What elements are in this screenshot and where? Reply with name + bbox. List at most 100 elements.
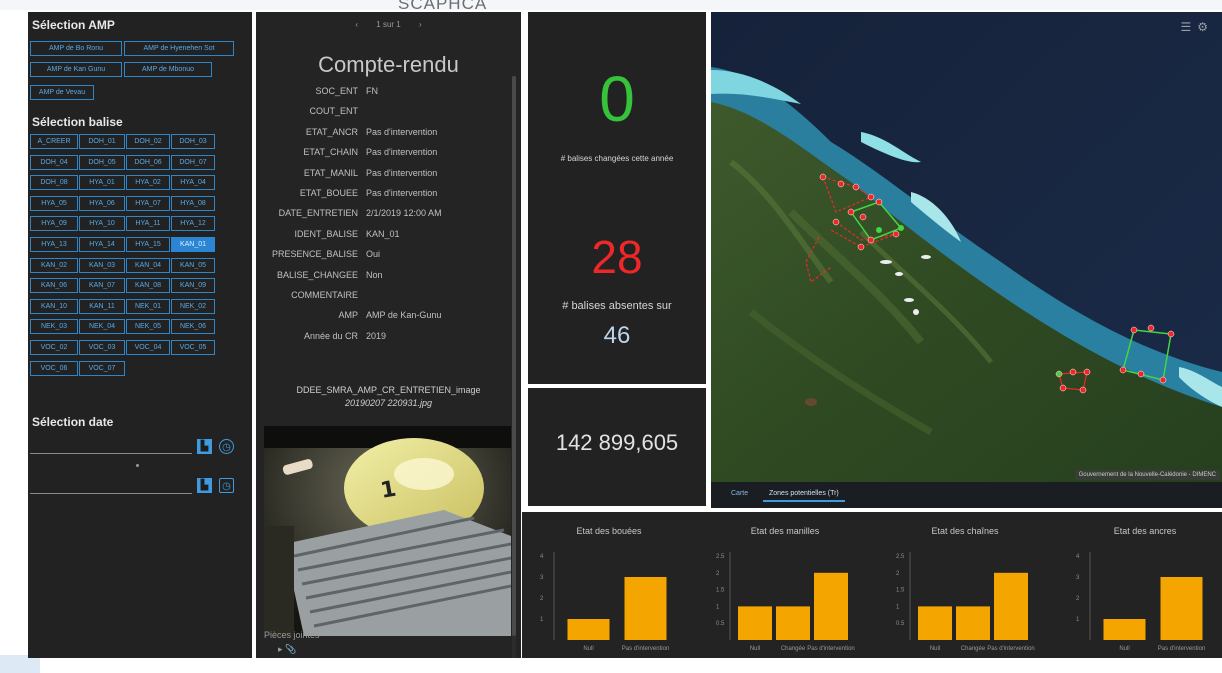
end-date-input[interactable]	[30, 472, 192, 494]
start-date-input[interactable]	[30, 432, 192, 454]
balise-button-kan-07[interactable]: KAN_07	[79, 278, 125, 294]
balise-button-doh-03[interactable]: DOH_03	[171, 134, 215, 149]
balise-button-hya-05[interactable]: HYA_05	[30, 195, 78, 211]
balise-button-kan-05[interactable]: KAN_05	[171, 257, 215, 273]
chart-bar[interactable]	[918, 606, 952, 640]
balise-button-hya-15[interactable]: HYA_15	[126, 237, 170, 252]
chart-bar[interactable]	[738, 606, 772, 640]
range-separator	[136, 464, 139, 467]
attribute-value: 2/1/2019 12:00 AM	[366, 208, 442, 219]
next-record-button[interactable]: ›	[419, 20, 422, 29]
amp-button[interactable]: AMP de Hyenehen Sot	[124, 41, 234, 56]
y-tick-label: 2.5	[716, 554, 725, 560]
balise-button-voc-07[interactable]: VOC_07	[79, 360, 125, 376]
balise-button-hya-08[interactable]: HYA_08	[171, 195, 215, 211]
attribute-row: COMMENTAIRE	[256, 290, 521, 305]
list-icon[interactable]: ☰	[1180, 20, 1197, 34]
buoy-photo[interactable]: 1	[264, 426, 511, 636]
balise-button-doh-05[interactable]: DOH_05	[79, 154, 125, 170]
balise-button-hya-12[interactable]: HYA_12	[171, 216, 215, 232]
chart-bar[interactable]	[624, 577, 667, 640]
x-category-label: Pas d'intervention	[987, 646, 1035, 652]
missing-caption: # balises absentes sur	[562, 300, 672, 312]
balise-button-hya-04[interactable]: HYA_04	[171, 175, 215, 191]
balise-button-hya-14[interactable]: HYA_14	[79, 237, 125, 252]
balise-button-nek-06[interactable]: NEK_06	[171, 319, 215, 335]
amp-button[interactable]: AMP de Vevau	[30, 85, 94, 100]
clock-icon[interactable]: ◷	[219, 478, 234, 493]
attribute-key: ETAT_MANIL	[303, 167, 358, 178]
chart-bar[interactable]	[567, 619, 610, 640]
balise-button-a-creer[interactable]: A_CREER	[30, 134, 78, 149]
balise-button-kan-01[interactable]: KAN_01	[171, 237, 215, 252]
balise-button-doh-07[interactable]: DOH_07	[171, 154, 215, 170]
balise-button-hya-11[interactable]: HYA_11	[126, 216, 170, 232]
attribute-key: COUT_ENT	[309, 106, 358, 117]
balise-button-voc-06[interactable]: VOC_06	[30, 360, 78, 376]
amp-button[interactable]: AMP de Kan Gunu	[30, 62, 122, 77]
balise-button-hya-02[interactable]: HYA_02	[126, 175, 170, 191]
balise-button-doh-08[interactable]: DOH_08	[30, 175, 78, 191]
balise-button-nek-05[interactable]: NEK_05	[126, 319, 170, 335]
balise-button-doh-06[interactable]: DOH_06	[126, 154, 170, 170]
chart-bar[interactable]	[776, 606, 810, 640]
y-tick-label: 1	[1076, 617, 1080, 623]
balise-button-kan-06[interactable]: KAN_06	[30, 278, 78, 294]
balise-button-nek-02[interactable]: NEK_02	[171, 298, 215, 314]
attribute-value: Pas d'intervention	[366, 126, 438, 137]
balise-button-voc-05[interactable]: VOC_05	[171, 340, 215, 355]
bar-chart: Etat des manilles 0.5 1 1.5 2 2.5 Null Changée P…	[712, 512, 858, 658]
balise-button-hya-01[interactable]: HYA_01	[79, 175, 125, 191]
balise-kpi-panel: 0 # balises changées cette année 28 # ba…	[528, 12, 706, 384]
balise-button-doh-01[interactable]: DOH_01	[79, 134, 125, 149]
balise-button-hya-13[interactable]: HYA_13	[30, 237, 78, 252]
chart-bar[interactable]	[956, 606, 990, 640]
calendar-icon[interactable]: ▙	[197, 478, 212, 493]
balise-button-hya-09[interactable]: HYA_09	[30, 216, 78, 232]
balise-button-doh-04[interactable]: DOH_04	[30, 154, 78, 170]
balise-button-kan-09[interactable]: KAN_09	[171, 278, 215, 294]
scrollbar-thumb[interactable]	[512, 76, 516, 636]
balise-button-hya-06[interactable]: HYA_06	[79, 195, 125, 211]
chart-bar[interactable]	[1103, 619, 1146, 640]
balise-button-kan-10[interactable]: KAN_10	[30, 298, 78, 314]
balise-button-kan-03[interactable]: KAN_03	[79, 257, 125, 273]
amp-button[interactable]: AMP de Mbonuo	[124, 62, 212, 77]
balise-button-voc-02[interactable]: VOC_02	[30, 340, 78, 355]
missing-count: 28	[591, 231, 643, 283]
clock-icon[interactable]: ◷	[219, 439, 234, 454]
attribute-row: COUT_ENT	[256, 106, 521, 121]
balise-button-hya-07[interactable]: HYA_07	[126, 195, 170, 211]
balise-button-nek-01[interactable]: NEK_01	[126, 298, 170, 314]
layers-icon[interactable]: ⚙	[1197, 20, 1214, 34]
balise-button-voc-03[interactable]: VOC_03	[79, 340, 125, 355]
satellite-map[interactable]	[711, 12, 1222, 482]
chart-plot: 0.5 1 1.5 2 2.5 Null Changée Pas d'intervention	[896, 552, 1035, 652]
balise-button-nek-04[interactable]: NEK_04	[79, 319, 125, 335]
balise-button-voc-04[interactable]: VOC_04	[126, 340, 170, 355]
y-tick-label: 3	[540, 575, 544, 581]
map-panel[interactable]: ☰⚙ Gouvernement de la Nouvelle-Calédonie…	[711, 12, 1222, 508]
attachment-item[interactable]: ▸ 📎	[278, 644, 296, 655]
chart-bar[interactable]	[814, 572, 848, 640]
attachments-label: Pièces jointes	[264, 630, 320, 640]
balise-button-kan-11[interactable]: KAN_11	[79, 298, 125, 314]
chart-bar[interactable]	[994, 572, 1028, 640]
balise-button-hya-10[interactable]: HYA_10	[79, 216, 125, 232]
balise-button-kan-08[interactable]: KAN_08	[126, 278, 170, 294]
y-tick-label: 1.5	[716, 588, 725, 594]
attribute-value: AMP de Kan-Gunu	[366, 310, 442, 321]
attribute-value: Pas d'intervention	[366, 188, 438, 198]
balise-button-kan-02[interactable]: KAN_02	[30, 257, 78, 273]
calendar-icon[interactable]: ▙	[197, 439, 212, 454]
balise-button-nek-03[interactable]: NEK_03	[30, 319, 78, 335]
amp-button[interactable]: AMP de Bo Ronu	[30, 41, 122, 56]
attribute-row: ETAT_ANCR Pas d'intervention	[256, 127, 521, 142]
balise-button-doh-02[interactable]: DOH_02	[126, 134, 170, 149]
tab-carte[interactable]: Carte	[725, 486, 754, 502]
chart-bar[interactable]	[1160, 577, 1203, 640]
balise-button-kan-04[interactable]: KAN_04	[126, 257, 170, 273]
tab-zones-potentielles[interactable]: Zones potentielles (Tr)	[763, 486, 845, 502]
chart-plot: 1 2 3 4 Null Pas d'intervention	[540, 552, 669, 652]
previous-record-button[interactable]: ‹	[355, 20, 358, 29]
